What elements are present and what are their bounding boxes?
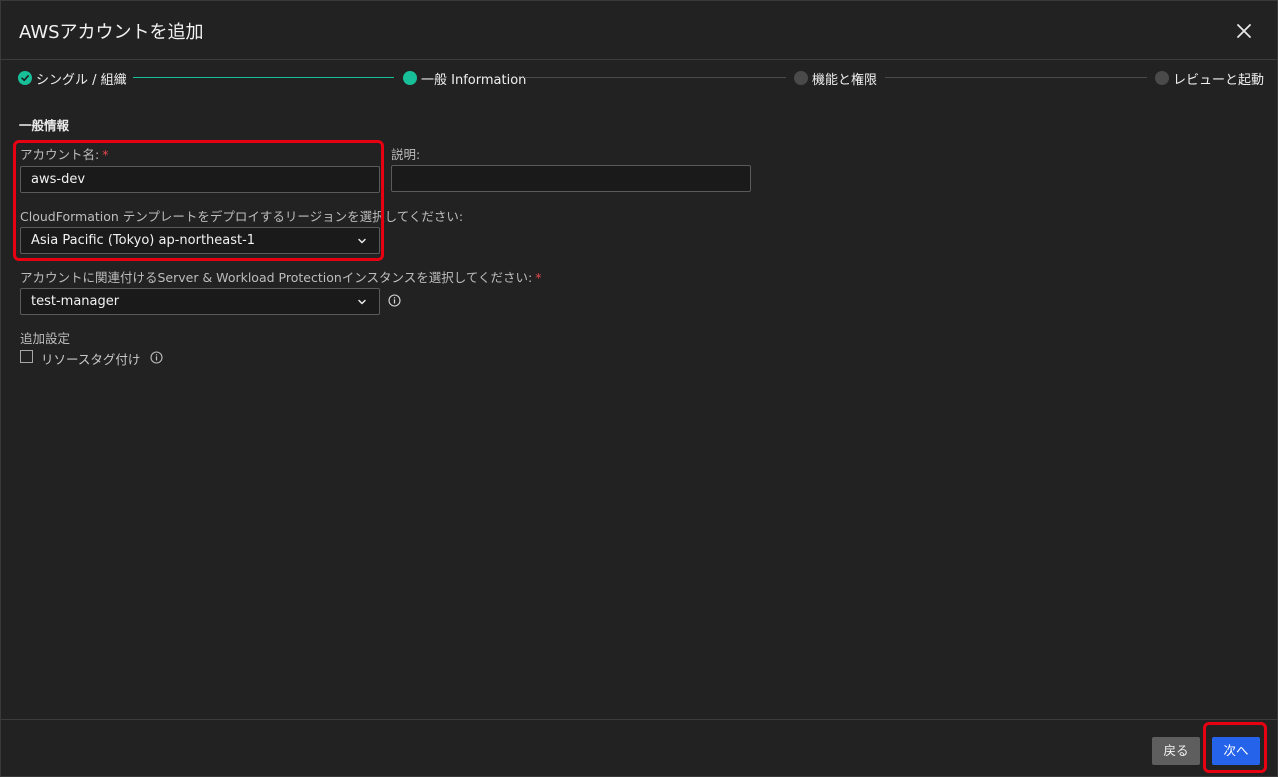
add-aws-account-dialog: AWSアカウントを追加 シングル / 組織 一般 Information 機能と… <box>0 0 1278 777</box>
step-review-launch[interactable]: レビューと起動 <box>1155 69 1265 88</box>
close-icon <box>1237 24 1251 38</box>
active-step-icon <box>403 71 417 85</box>
pending-step-icon <box>1155 71 1169 85</box>
chevron-down-icon <box>358 299 366 305</box>
step-general-information[interactable]: 一般 Information <box>403 69 527 88</box>
step-label: シングル / 組織 <box>36 72 127 88</box>
required-marker: * <box>535 270 542 285</box>
dialog-header: AWSアカウントを追加 <box>1 1 1277 60</box>
instance-select-value: test-manager <box>31 294 120 309</box>
step-connector <box>885 77 1147 78</box>
info-icon[interactable] <box>150 351 163 364</box>
step-single-org[interactable]: シングル / 組織 <box>18 69 127 88</box>
dialog-footer: 戻る 次へ <box>1 719 1277 777</box>
step-connector <box>133 77 394 78</box>
description-input[interactable] <box>391 165 751 192</box>
step-label: 機能と権限 <box>812 72 878 88</box>
step-features-permissions[interactable]: 機能と権限 <box>794 69 878 88</box>
info-icon[interactable] <box>388 294 401 307</box>
step-connector <box>524 77 786 78</box>
resource-tagging-label[interactable]: リソースタグ付け <box>41 349 140 368</box>
dialog-title: AWSアカウントを追加 <box>19 22 204 43</box>
section-title-general: 一般情報 <box>19 118 70 133</box>
close-button[interactable] <box>1231 18 1257 44</box>
check-icon <box>18 71 32 85</box>
description-label: 説明: <box>391 147 421 162</box>
back-button[interactable]: 戻る <box>1152 737 1200 765</box>
additional-settings-label: 追加設定 <box>20 331 71 346</box>
instance-select[interactable]: test-manager <box>20 288 380 315</box>
resource-tagging-checkbox[interactable] <box>20 350 33 363</box>
step-label: 一般 Information <box>421 72 527 88</box>
highlight-annotation <box>1203 722 1267 773</box>
highlight-annotation <box>13 140 384 261</box>
instance-label: アカウントに関連付けるServer & Workload Protectionイ… <box>20 270 542 285</box>
pending-step-icon <box>794 71 808 85</box>
step-label: レビューと起動 <box>1173 72 1265 88</box>
wizard-stepper: シングル / 組織 一般 Information 機能と権限 レビューと起動 <box>1 61 1277 95</box>
